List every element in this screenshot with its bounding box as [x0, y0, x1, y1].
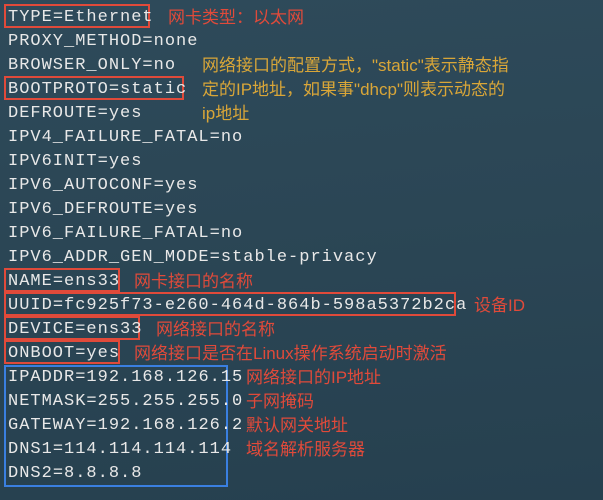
- cfg-key: BOOTPROTO: [8, 80, 109, 99]
- cfg-key: PROXY_METHOD: [8, 32, 142, 51]
- note-type: 网卡类型：以太网: [168, 6, 304, 30]
- cfg-key: DEFROUTE: [8, 104, 98, 123]
- cfg-line-name: NAME=ens33 网卡接口的名称: [8, 270, 595, 294]
- cfg-line-ipv4_failure_fatal: IPV4_FAILURE_FATAL=no: [8, 126, 595, 150]
- cfg-line-proxy_method: PROXY_METHOD=none: [8, 30, 595, 54]
- cfg-val: no: [221, 224, 243, 243]
- cfg-key: IPV4_FAILURE_FATAL: [8, 128, 210, 147]
- cfg-key: NAME: [8, 272, 53, 291]
- cfg-line-dns1: DNS1=114.114.114.114 域名解析服务器: [8, 438, 595, 462]
- cfg-key: DEVICE: [8, 320, 75, 339]
- note-dns: 域名解析服务器: [246, 438, 365, 462]
- note-bootproto-l1: 网络接口的配置方式，"static"表示静态指: [202, 54, 509, 78]
- cfg-line-bootproto: BOOTPROTO=static 定的IP地址，如果事"dhcp"则表示动态的: [8, 78, 595, 102]
- cfg-line-dns2: DNS2=8.8.8.8: [8, 462, 595, 486]
- note-device: 网络接口的名称: [156, 318, 275, 342]
- cfg-line-ipaddr: IPADDR=192.168.126.15 网络接口的IP地址: [8, 366, 595, 390]
- cfg-line-ipv6_failure_fatal: IPV6_FAILURE_FATAL=no: [8, 222, 595, 246]
- cfg-key: UUID: [8, 296, 53, 315]
- cfg-key: GATEWAY: [8, 416, 86, 435]
- cfg-key: IPV6INIT: [8, 152, 98, 171]
- cfg-val: yes: [86, 344, 120, 363]
- cfg-line-onboot: ONBOOT=yes 网络接口是否在Linux操作系统启动时激活: [8, 342, 595, 366]
- cfg-val: yes: [109, 152, 143, 171]
- note-gateway: 默认网关地址: [246, 414, 348, 438]
- cfg-line-uuid: UUID=fc925f73-e260-464d-864b-598a5372b2c…: [8, 294, 595, 318]
- cfg-val: ens33: [86, 320, 142, 339]
- cfg-key: IPV6_ADDR_GEN_MODE: [8, 248, 210, 267]
- cfg-val: stable-privacy: [221, 248, 378, 267]
- note-onboot: 网络接口是否在Linux操作系统启动时激活: [134, 342, 447, 366]
- cfg-val: yes: [165, 200, 199, 219]
- cfg-line-ipv6init: IPV6INIT=yes: [8, 150, 595, 174]
- cfg-val: Ethernet: [64, 8, 154, 27]
- cfg-key: DNS2: [8, 464, 53, 483]
- cfg-key: DNS1: [8, 440, 53, 459]
- note-ipaddr: 网络接口的IP地址: [246, 366, 381, 390]
- cfg-line-defroute: DEFROUTE=yes ip地址: [8, 102, 595, 126]
- cfg-val: yes: [165, 176, 199, 195]
- cfg-line-ipv6_defroute: IPV6_DEFROUTE=yes: [8, 198, 595, 222]
- cfg-key: ONBOOT: [8, 344, 75, 363]
- note-bootproto-l2: 定的IP地址，如果事"dhcp"则表示动态的: [202, 78, 505, 102]
- cfg-key: IPV6_AUTOCONF: [8, 176, 154, 195]
- cfg-key: BROWSER_ONLY: [8, 56, 142, 75]
- cfg-line-gateway: GATEWAY=192.168.126.2 默认网关地址: [8, 414, 595, 438]
- cfg-val: no: [154, 56, 176, 75]
- cfg-val: yes: [109, 104, 143, 123]
- cfg-val: static: [120, 80, 187, 99]
- cfg-val: no: [221, 128, 243, 147]
- cfg-val: 255.255.255.0: [98, 392, 244, 411]
- cfg-line-ipv6_autoconf: IPV6_AUTOCONF=yes: [8, 174, 595, 198]
- cfg-val: ens33: [64, 272, 120, 291]
- cfg-line-netmask: NETMASK=255.255.255.0 子网掩码: [8, 390, 595, 414]
- cfg-val: 192.168.126.15: [86, 368, 243, 387]
- cfg-key: IPV6_FAILURE_FATAL: [8, 224, 210, 243]
- cfg-val: fc925f73-e260-464d-864b-598a5372b2ca: [64, 296, 467, 315]
- cfg-val: 192.168.126.2: [98, 416, 244, 435]
- cfg-key: IPV6_DEFROUTE: [8, 200, 154, 219]
- cfg-line-ipv6_addr_gen_mode: IPV6_ADDR_GEN_MODE=stable-privacy: [8, 246, 595, 270]
- note-uuid: 设备ID: [474, 294, 525, 318]
- cfg-key: TYPE: [8, 8, 53, 27]
- cfg-line-device: DEVICE=ens33 网络接口的名称: [8, 318, 595, 342]
- config-file-view: TYPE=Ethernet 网卡类型：以太网 PROXY_METHOD=none…: [0, 0, 603, 492]
- cfg-val: 114.114.114.114: [64, 440, 232, 459]
- cfg-key: IPADDR: [8, 368, 75, 387]
- cfg-line-type: TYPE=Ethernet 网卡类型：以太网: [8, 6, 595, 30]
- cfg-key: NETMASK: [8, 392, 86, 411]
- note-bootproto-l3: ip地址: [202, 102, 249, 126]
- cfg-val: 8.8.8.8: [64, 464, 142, 483]
- cfg-val: none: [154, 32, 199, 51]
- note-netmask: 子网掩码: [246, 390, 314, 414]
- note-name: 网卡接口的名称: [134, 270, 253, 294]
- cfg-line-browser_only: BROWSER_ONLY=no 网络接口的配置方式，"static"表示静态指: [8, 54, 595, 78]
